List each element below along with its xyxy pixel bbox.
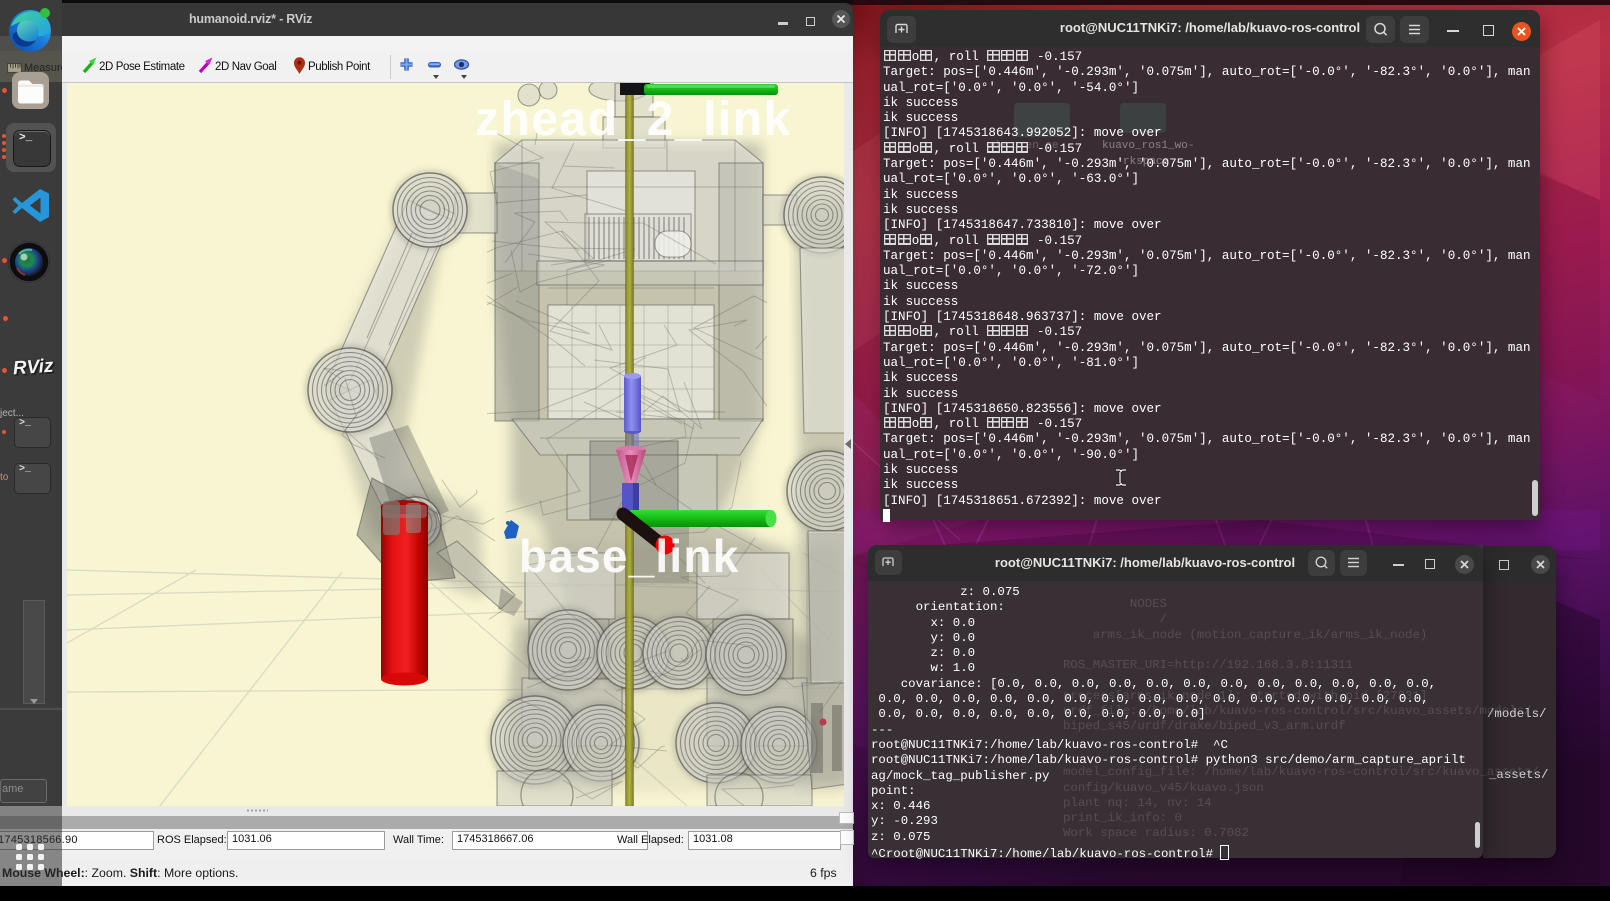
svg-text:base_link: base_link bbox=[519, 530, 739, 582]
svg-text:zhead_2_link: zhead_2_link bbox=[475, 93, 792, 146]
